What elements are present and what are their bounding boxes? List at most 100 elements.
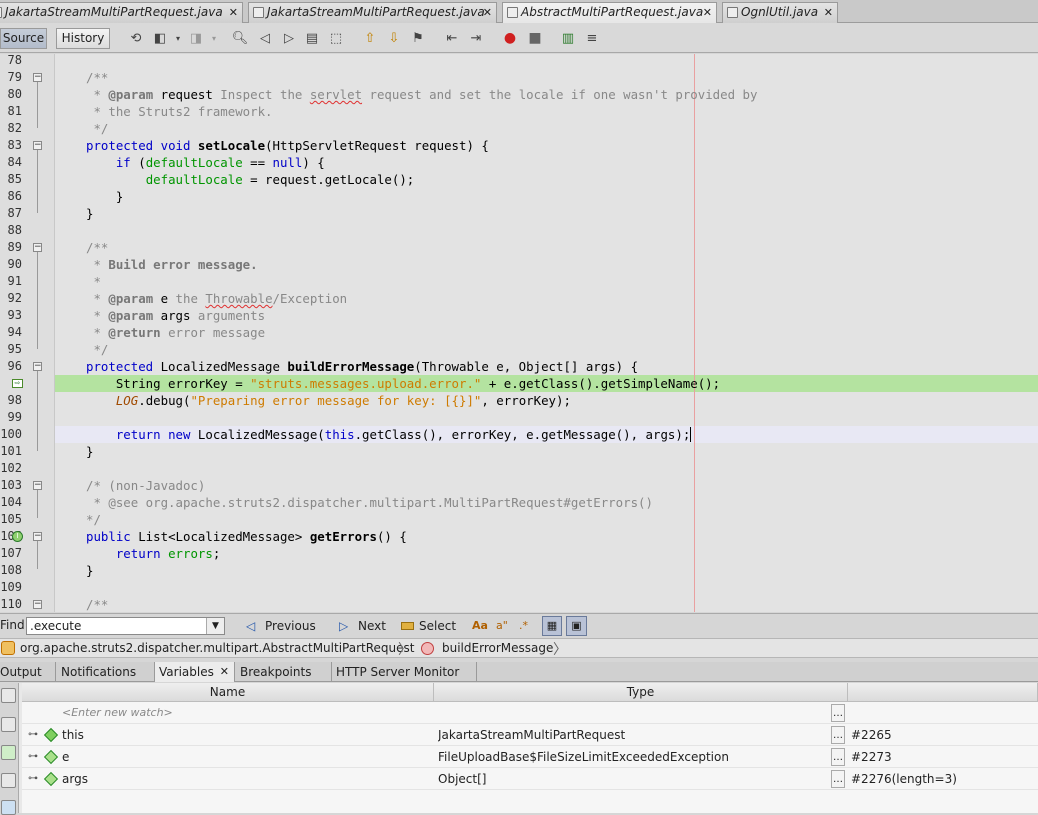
uncomment-icon[interactable]: ≡: [584, 31, 600, 46]
code-line: defaultLocale = request.getLocale();: [145, 172, 415, 187]
code-line: * @param request Inspect the servlet req…: [86, 87, 758, 102]
fold-toggle[interactable]: −: [33, 243, 42, 252]
edit-value-button[interactable]: …: [831, 726, 845, 744]
close-icon[interactable]: ✕: [483, 3, 492, 22]
tab-variables[interactable]: Variables ✕: [155, 662, 235, 682]
prev-bookmark-icon[interactable]: ⇧: [362, 31, 378, 46]
stop-macro-icon[interactable]: ■: [527, 30, 543, 46]
show-static-icon[interactable]: [1, 717, 16, 732]
record-macro-icon[interactable]: ●: [502, 30, 518, 46]
table-row[interactable]: ⊶ e FileUploadBase$FileSizeLimitExceeded…: [22, 746, 1038, 768]
code-line: * @see org.apache.struts2.dispatcher.mul…: [86, 495, 653, 510]
toggle-highlight-icon[interactable]: ▤: [304, 31, 320, 46]
find-previous-icon[interactable]: ◁: [257, 31, 273, 46]
chevron-down-icon[interactable]: ▼: [206, 618, 224, 634]
line-number: 93: [7, 308, 22, 322]
find-input[interactable]: .execute ▼: [26, 617, 225, 635]
whole-words-icon[interactable]: a": [496, 618, 512, 634]
edit-value-button[interactable]: …: [831, 748, 845, 766]
new-watch-icon[interactable]: [1, 688, 16, 703]
comment-icon[interactable]: ▥: [560, 31, 576, 46]
close-icon[interactable]: ✕: [824, 3, 833, 22]
line-number: 84: [7, 155, 22, 169]
chevron-down-icon[interactable]: ▾: [206, 31, 222, 45]
chevron-down-icon[interactable]: ▾: [170, 31, 186, 45]
close-icon[interactable]: ✕: [703, 3, 712, 22]
find-label: Find:: [0, 618, 29, 632]
tab-abstract-multipart[interactable]: AbstractMultiPartRequest.java ✕: [502, 2, 717, 24]
implements-icon[interactable]: I: [12, 531, 23, 542]
table-row[interactable]: ⊶ args Object[] … #2276(length=3): [22, 768, 1038, 790]
fold-line: [37, 150, 38, 213]
code-line: protected void setLocale(HttpServletRequ…: [86, 138, 489, 153]
tab-jakarta-stream-2[interactable]: JakartaStreamMultiPartRequest.java ✕: [248, 2, 497, 23]
next-button[interactable]: ▷ Next: [339, 617, 386, 636]
new-watch-row[interactable]: <Enter new watch> …: [22, 702, 1038, 724]
code-line: /**: [86, 597, 109, 612]
edit-value-button[interactable]: …: [831, 704, 845, 722]
back-icon[interactable]: ◧: [152, 31, 168, 46]
source-button[interactable]: Source: [0, 28, 47, 49]
variable-type: FileUploadBase$FileSizeLimitExceededExce…: [438, 750, 729, 764]
tab-output[interactable]: Output: [0, 662, 56, 682]
shift-right-icon[interactable]: ⇥: [468, 31, 484, 46]
fold-toggle[interactable]: −: [33, 532, 42, 541]
code-editor[interactable]: 78 79 80 81 82 83 84 85 86 87 88 89 90 9…: [0, 54, 1038, 612]
shift-left-icon[interactable]: ⇤: [444, 31, 460, 46]
new-watch-placeholder[interactable]: <Enter new watch>: [62, 702, 173, 724]
breadcrumb-method[interactable]: buildErrorMessage: [442, 641, 553, 655]
highlight-results-icon[interactable]: ▦: [542, 616, 562, 636]
regex-icon[interactable]: .*: [519, 618, 535, 634]
tab-notifications[interactable]: Notifications: [57, 662, 155, 682]
line-number: 96: [7, 359, 22, 373]
match-case-icon[interactable]: Aa: [472, 618, 488, 634]
fold-line: [37, 82, 38, 128]
expand-icon[interactable]: ⊶: [28, 746, 38, 768]
show-classes-icon[interactable]: [1, 773, 16, 788]
variable-value[interactable]: #2273: [851, 746, 892, 768]
java-file-icon: [253, 7, 264, 18]
rect-selection-icon[interactable]: ⬚: [328, 31, 344, 46]
code-line: protected LocalizedMessage buildErrorMes…: [86, 359, 639, 374]
editor-tab-bar: JakartaStreamMultiPartRequest.java ✕ Jak…: [0, 0, 1038, 24]
close-icon[interactable]: ✕: [220, 662, 229, 682]
fold-line: [37, 371, 38, 451]
fold-toggle[interactable]: −: [33, 481, 42, 490]
fold-toggle[interactable]: −: [33, 73, 42, 82]
tab-http-server-monitor[interactable]: HTTP Server Monitor: [332, 662, 477, 682]
breadcrumb-class[interactable]: org.apache.struts2.dispatcher.multipart.…: [20, 641, 414, 655]
code-line: }: [86, 189, 124, 204]
column-header-value[interactable]: [848, 683, 1038, 702]
expand-icon[interactable]: ⊶: [28, 768, 38, 790]
tab-ognlutil[interactable]: OgnlUtil.java ✕: [722, 2, 838, 23]
edit-value-button[interactable]: …: [831, 770, 845, 788]
toggle-bookmark-icon[interactable]: ⚑: [410, 31, 426, 46]
history-button[interactable]: History: [56, 28, 110, 49]
wrap-around-icon[interactable]: ▣: [566, 616, 587, 636]
column-header-name[interactable]: Name: [22, 683, 434, 702]
fold-toggle[interactable]: −: [33, 600, 42, 609]
show-inherited-icon[interactable]: [1, 745, 16, 760]
close-icon[interactable]: ✕: [229, 3, 238, 22]
last-edit-icon[interactable]: ⟲: [128, 31, 144, 46]
tab-jakarta-stream-1[interactable]: JakartaStreamMultiPartRequest.java ✕: [0, 2, 243, 23]
forward-icon[interactable]: ◨: [188, 31, 204, 46]
select-button[interactable]: Select: [401, 617, 456, 636]
previous-button[interactable]: ◁ Previous: [246, 617, 316, 636]
variable-value[interactable]: #2276(length=3): [851, 768, 957, 790]
expand-icon[interactable]: ⊶: [28, 724, 38, 746]
column-header-type[interactable]: Type: [434, 683, 848, 702]
find-icon[interactable]: 🔍︎: [232, 31, 249, 46]
variable-value[interactable]: #2265: [851, 724, 892, 746]
line-number: 90: [7, 257, 22, 271]
fold-toggle[interactable]: −: [33, 362, 42, 371]
table-row[interactable]: ⊶ this JakartaStreamMultiPartRequest … #…: [22, 724, 1038, 746]
find-next-icon[interactable]: ▷: [281, 31, 297, 46]
next-bookmark-icon[interactable]: ⇩: [386, 31, 402, 46]
variable-type: Object[]: [438, 772, 487, 786]
fold-toggle[interactable]: −: [33, 141, 42, 150]
line-number: 89: [7, 240, 22, 254]
tab-breakpoints[interactable]: Breakpoints: [236, 662, 332, 682]
code-line: /**: [86, 70, 109, 85]
line-number: 88: [7, 223, 22, 237]
